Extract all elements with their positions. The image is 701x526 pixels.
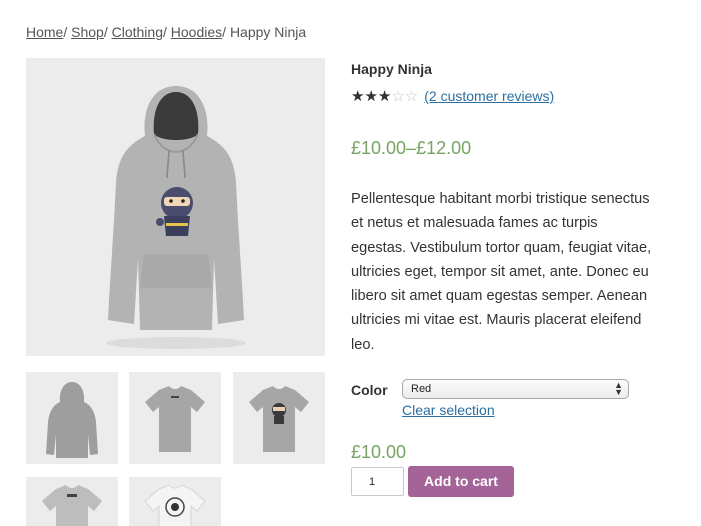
product-main-image[interactable] [26, 58, 325, 356]
select-arrows-icon: ▲ ▼ [614, 380, 623, 397]
tshirt-ninja-image [249, 386, 309, 452]
thumbnail-tshirt-badge[interactable] [129, 477, 221, 526]
breadcrumb-shop-link[interactable]: Shop [71, 24, 104, 40]
color-select-value: Red [411, 383, 432, 395]
star-filled-icons: ★★★★★ [351, 88, 392, 104]
product-description: Pellentesque habitant morbi tristique se… [351, 191, 652, 353]
hoodie-image [106, 86, 246, 349]
price-range: £10.00–£12.00 [351, 138, 472, 158]
hoodie-back-image [46, 382, 98, 458]
thumbnail-tshirt-ninja[interactable] [233, 372, 325, 464]
tshirt-logo-image [42, 485, 102, 526]
tshirt-badge-image [144, 484, 206, 526]
color-select[interactable]: Red ▲ ▼ [402, 379, 629, 399]
variation-price: £10.00 [351, 442, 407, 462]
product-rating: ☆☆☆☆☆ ★★★★★ (2 customer reviews) [351, 86, 554, 106]
star-rating: ☆☆☆☆☆ ★★★★★ [351, 89, 418, 104]
quantity-input[interactable]: 1 [351, 467, 404, 496]
breadcrumb-separator: / [103, 24, 112, 40]
add-to-cart-button[interactable]: Add to cart [408, 466, 514, 497]
product-title: Happy Ninja [351, 61, 432, 77]
clear-selection-link[interactable]: Clear selection [402, 402, 495, 418]
quantity-value: 1 [369, 476, 376, 488]
breadcrumb-separator: / [222, 24, 230, 40]
breadcrumb-hoodies-link[interactable]: Hoodies [171, 24, 222, 40]
breadcrumb-current: Happy Ninja [229, 24, 307, 40]
breadcrumb: Home/ Shop/ Clothing/ Hoodies/ Happy Nin… [26, 24, 306, 40]
tshirt-back-image [145, 386, 205, 452]
thumbnail-hoodie-back[interactable] [26, 372, 118, 464]
breadcrumb-separator: / [63, 24, 72, 40]
breadcrumb-separator: / [163, 24, 171, 40]
color-label: Color [351, 382, 388, 398]
customer-reviews-link[interactable]: (2 customer reviews) [424, 88, 554, 104]
thumbnail-tshirt-logo[interactable] [26, 477, 118, 526]
thumbnail-tshirt-back[interactable] [129, 372, 221, 464]
breadcrumb-clothing-link[interactable]: Clothing [112, 24, 163, 40]
breadcrumb-home-link[interactable]: Home [26, 24, 63, 40]
